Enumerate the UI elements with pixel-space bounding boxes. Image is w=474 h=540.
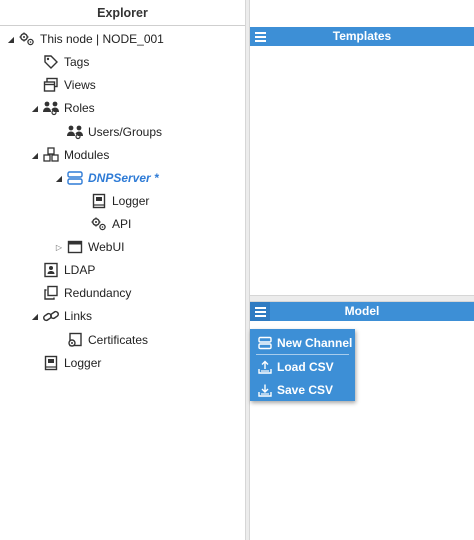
model-header: Model [250, 302, 474, 321]
templates-panel: Templates [250, 27, 474, 295]
users-gear-icon [66, 123, 84, 141]
collapsed-arrow-icon[interactable]: ▷ [54, 237, 64, 257]
tree-node-label: Logger [112, 194, 150, 208]
tree-node-label: Redundancy [64, 286, 132, 300]
tree-node-label: Modules [64, 148, 110, 162]
hamburger-menu-icon[interactable] [250, 27, 270, 46]
load-icon [257, 359, 273, 375]
tree-node-views[interactable]: Views [30, 75, 96, 95]
tree-node-root[interactable]: ◢ This node | NODE_001 [6, 29, 164, 49]
tree-node-label: Links [64, 309, 93, 323]
save-icon [257, 382, 273, 398]
gears-icon [18, 30, 36, 48]
tree-node-label: DNPServer * [88, 171, 159, 185]
tree-node-users-groups[interactable]: Users/Groups [54, 122, 162, 142]
expanded-arrow-icon[interactable]: ◢ [30, 306, 40, 326]
menu-item-label: Save CSV [277, 382, 334, 397]
logbook-icon [90, 192, 108, 210]
templates-header: Templates [250, 27, 474, 46]
menu-item-label: Load CSV [277, 359, 334, 374]
expanded-arrow-icon[interactable]: ◢ [54, 168, 64, 188]
menu-item-label: New Channel [277, 335, 353, 350]
tree-node-label: Tags [64, 55, 90, 69]
tree-node-certificates[interactable]: Certificates [54, 330, 148, 350]
tree-node-tags[interactable]: Tags [30, 52, 89, 72]
tree-node-label: LDAP [64, 263, 96, 277]
link-icon [42, 307, 60, 325]
tree-node-label: Logger [64, 356, 102, 370]
tree-node-ldap[interactable]: LDAP [30, 260, 95, 280]
windows-icon [42, 76, 60, 94]
expanded-arrow-icon[interactable]: ◢ [30, 145, 40, 165]
contact-card-icon [42, 261, 60, 279]
load-csv-menu-item[interactable]: Load CSV [250, 355, 355, 378]
tree-node-links[interactable]: ◢ Links [30, 306, 92, 326]
server-icon [257, 335, 273, 351]
window-icon [66, 238, 84, 256]
tree-node-modules[interactable]: ◢ Modules [30, 145, 109, 165]
model-dropdown-menu: New Channel Load CSV Save CSV [250, 329, 355, 401]
tree-node-label: API [112, 217, 132, 231]
server-icon [66, 169, 84, 187]
tag-icon [42, 53, 60, 71]
logbook-icon [42, 354, 60, 372]
users-gear-icon [42, 99, 60, 117]
tree-node-label: Users/Groups [88, 125, 163, 139]
horizontal-splitter[interactable] [250, 295, 474, 302]
templates-title: Templates [332, 29, 392, 43]
hamburger-menu-icon[interactable] [250, 302, 270, 321]
explorer-panel: Explorer ◢ This node | NODE_001 Tags Vie… [0, 0, 245, 540]
cubes-icon [42, 146, 60, 164]
model-title: Model [344, 304, 380, 318]
certificate-icon [66, 331, 84, 349]
expanded-arrow-icon[interactable]: ◢ [30, 98, 40, 118]
tree-node-redundancy[interactable]: Redundancy [30, 283, 131, 303]
expanded-arrow-icon[interactable]: ◢ [6, 29, 16, 49]
copy-icon [42, 284, 60, 302]
tree-node-label: Certificates [88, 333, 149, 347]
tree-node-logger[interactable]: Logger [30, 353, 101, 373]
tree-node-roles[interactable]: ◢ Roles [30, 98, 95, 118]
explorer-title: Explorer [0, 0, 245, 26]
tree-node-module-logger[interactable]: Logger [78, 191, 149, 211]
tree-node-api[interactable]: API [78, 214, 131, 234]
tree-node-webui[interactable]: ▷ WebUI [54, 237, 125, 257]
gears-icon [90, 215, 108, 233]
tree-node-label: Roles [64, 101, 95, 115]
tree-node-dnpserver[interactable]: ◢ DNPServer * [54, 168, 159, 188]
save-csv-menu-item[interactable]: Save CSV [250, 378, 355, 401]
new-channel-menu-item[interactable]: New Channel [250, 331, 355, 354]
tree-node-label: WebUI [88, 240, 125, 254]
tree-node-label: Views [64, 78, 96, 92]
tree-node-label: This node | NODE_001 [40, 32, 164, 46]
